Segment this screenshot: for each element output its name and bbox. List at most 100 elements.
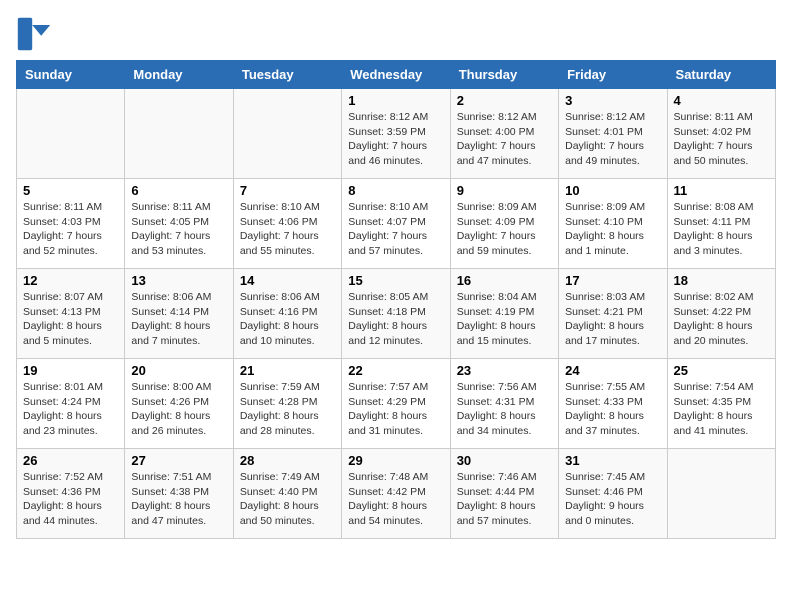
week-row-3: 12 Sunrise: 8:07 AM Sunset: 4:13 PM Dayli… xyxy=(17,269,776,359)
column-header-thursday: Thursday xyxy=(450,61,558,89)
day-cell: 25 Sunrise: 7:54 AM Sunset: 4:35 PM Dayli… xyxy=(667,359,775,449)
day-number: 31 xyxy=(565,453,660,468)
day-info: Sunrise: 8:01 AM Sunset: 4:24 PM Dayligh… xyxy=(23,380,118,439)
day-cell: 29 Sunrise: 7:48 AM Sunset: 4:42 PM Dayli… xyxy=(342,449,450,539)
day-number: 15 xyxy=(348,273,443,288)
day-info: Sunrise: 8:11 AM Sunset: 4:05 PM Dayligh… xyxy=(131,200,226,259)
day-info: Sunrise: 8:00 AM Sunset: 4:26 PM Dayligh… xyxy=(131,380,226,439)
day-number: 18 xyxy=(674,273,769,288)
day-info: Sunrise: 8:09 AM Sunset: 4:09 PM Dayligh… xyxy=(457,200,552,259)
column-header-wednesday: Wednesday xyxy=(342,61,450,89)
day-cell: 4Sunrise: 8:11 AM Sunset: 4:02 PM Daylig… xyxy=(667,89,775,179)
day-info: Sunrise: 8:08 AM Sunset: 4:11 PM Dayligh… xyxy=(674,200,769,259)
day-cell: 13Sunrise: 8:06 AM Sunset: 4:14 PM Dayli… xyxy=(125,269,233,359)
header xyxy=(16,16,776,52)
day-info: Sunrise: 8:10 AM Sunset: 4:06 PM Dayligh… xyxy=(240,200,335,259)
day-number: 11 xyxy=(674,183,769,198)
day-cell xyxy=(125,89,233,179)
day-number: 27 xyxy=(131,453,226,468)
day-number: 28 xyxy=(240,453,335,468)
day-info: Sunrise: 7:54 AM Sunset: 4:35 PM Dayligh… xyxy=(674,380,769,439)
day-info: Sunrise: 8:10 AM Sunset: 4:07 PM Dayligh… xyxy=(348,200,443,259)
day-number: 7 xyxy=(240,183,335,198)
column-header-tuesday: Tuesday xyxy=(233,61,341,89)
day-cell: 19 Sunrise: 8:01 AM Sunset: 4:24 PM Dayli… xyxy=(17,359,125,449)
day-number: 19 xyxy=(23,363,118,378)
column-header-saturday: Saturday xyxy=(667,61,775,89)
day-info: Sunrise: 7:46 AM Sunset: 4:44 PM Dayligh… xyxy=(457,470,552,529)
day-number: 9 xyxy=(457,183,552,198)
day-number: 10 xyxy=(565,183,660,198)
day-cell: 7 Sunrise: 8:10 AM Sunset: 4:06 PM Daylig… xyxy=(233,179,341,269)
day-info: Sunrise: 7:51 AM Sunset: 4:38 PM Dayligh… xyxy=(131,470,226,529)
header-row: SundayMondayTuesdayWednesdayThursdayFrid… xyxy=(17,61,776,89)
day-cell: 21 Sunrise: 7:59 AM Sunset: 4:28 PM Dayli… xyxy=(233,359,341,449)
day-info: Sunrise: 8:11 AM Sunset: 4:03 PM Dayligh… xyxy=(23,200,118,259)
day-number: 2 xyxy=(457,93,552,108)
day-number: 22 xyxy=(348,363,443,378)
day-info: Sunrise: 7:45 AM Sunset: 4:46 PM Dayligh… xyxy=(565,470,660,529)
day-number: 26 xyxy=(23,453,118,468)
day-info: Sunrise: 7:55 AM Sunset: 4:33 PM Dayligh… xyxy=(565,380,660,439)
day-cell xyxy=(233,89,341,179)
week-row-2: 5 Sunrise: 8:11 AM Sunset: 4:03 PM Daylig… xyxy=(17,179,776,269)
day-number: 30 xyxy=(457,453,552,468)
day-cell: 27 Sunrise: 7:51 AM Sunset: 4:38 PM Dayli… xyxy=(125,449,233,539)
day-cell: 24 Sunrise: 7:55 AM Sunset: 4:33 PM Dayli… xyxy=(559,359,667,449)
day-number: 29 xyxy=(348,453,443,468)
day-cell: 26 Sunrise: 7:52 AM Sunset: 4:36 PM Dayli… xyxy=(17,449,125,539)
day-info: Sunrise: 8:12 AM Sunset: 3:59 PM Dayligh… xyxy=(348,110,443,169)
day-info: Sunrise: 7:59 AM Sunset: 4:28 PM Dayligh… xyxy=(240,380,335,439)
column-header-friday: Friday xyxy=(559,61,667,89)
day-info: Sunrise: 7:52 AM Sunset: 4:36 PM Dayligh… xyxy=(23,470,118,529)
day-info: Sunrise: 7:48 AM Sunset: 4:42 PM Dayligh… xyxy=(348,470,443,529)
day-cell: 16 Sunrise: 8:04 AM Sunset: 4:19 PM Dayli… xyxy=(450,269,558,359)
day-number: 21 xyxy=(240,363,335,378)
day-info: Sunrise: 8:07 AM Sunset: 4:13 PM Dayligh… xyxy=(23,290,118,349)
day-info: Sunrise: 8:04 AM Sunset: 4:19 PM Dayligh… xyxy=(457,290,552,349)
day-cell: 23Sunrise: 7:56 AM Sunset: 4:31 PM Dayli… xyxy=(450,359,558,449)
week-row-4: 19 Sunrise: 8:01 AM Sunset: 4:24 PM Dayli… xyxy=(17,359,776,449)
day-number: 12 xyxy=(23,273,118,288)
day-cell: 9 Sunrise: 8:09 AM Sunset: 4:09 PM Daylig… xyxy=(450,179,558,269)
day-cell: 17 Sunrise: 8:03 AM Sunset: 4:21 PM Dayli… xyxy=(559,269,667,359)
week-row-1: 1 Sunrise: 8:12 AM Sunset: 3:59 PM Daylig… xyxy=(17,89,776,179)
day-cell xyxy=(667,449,775,539)
day-number: 25 xyxy=(674,363,769,378)
day-number: 5 xyxy=(23,183,118,198)
day-number: 14 xyxy=(240,273,335,288)
day-cell: 6Sunrise: 8:11 AM Sunset: 4:05 PM Daylig… xyxy=(125,179,233,269)
day-info: Sunrise: 8:02 AM Sunset: 4:22 PM Dayligh… xyxy=(674,290,769,349)
day-cell: 2 Sunrise: 8:12 AM Sunset: 4:00 PM Daylig… xyxy=(450,89,558,179)
day-number: 3 xyxy=(565,93,660,108)
day-info: Sunrise: 7:49 AM Sunset: 4:40 PM Dayligh… xyxy=(240,470,335,529)
day-number: 24 xyxy=(565,363,660,378)
calendar-table: SundayMondayTuesdayWednesdayThursdayFrid… xyxy=(16,60,776,539)
day-cell: 3 Sunrise: 8:12 AM Sunset: 4:01 PM Daylig… xyxy=(559,89,667,179)
day-cell: 18 Sunrise: 8:02 AM Sunset: 4:22 PM Dayli… xyxy=(667,269,775,359)
logo-icon xyxy=(16,16,52,52)
day-number: 16 xyxy=(457,273,552,288)
day-info: Sunrise: 8:12 AM Sunset: 4:01 PM Dayligh… xyxy=(565,110,660,169)
day-number: 1 xyxy=(348,93,443,108)
day-number: 17 xyxy=(565,273,660,288)
day-info: Sunrise: 8:12 AM Sunset: 4:00 PM Dayligh… xyxy=(457,110,552,169)
day-info: Sunrise: 8:11 AM Sunset: 4:02 PM Dayligh… xyxy=(674,110,769,169)
day-number: 23 xyxy=(457,363,552,378)
day-info: Sunrise: 8:09 AM Sunset: 4:10 PM Dayligh… xyxy=(565,200,660,259)
day-cell: 28 Sunrise: 7:49 AM Sunset: 4:40 PM Dayli… xyxy=(233,449,341,539)
day-number: 8 xyxy=(348,183,443,198)
logo xyxy=(16,16,56,52)
day-cell: 5 Sunrise: 8:11 AM Sunset: 4:03 PM Daylig… xyxy=(17,179,125,269)
day-cell: 30 Sunrise: 7:46 AM Sunset: 4:44 PM Dayli… xyxy=(450,449,558,539)
day-cell xyxy=(17,89,125,179)
day-cell: 20Sunrise: 8:00 AM Sunset: 4:26 PM Dayli… xyxy=(125,359,233,449)
day-cell: 31 Sunrise: 7:45 AM Sunset: 4:46 PM Dayli… xyxy=(559,449,667,539)
day-cell: 8 Sunrise: 8:10 AM Sunset: 4:07 PM Daylig… xyxy=(342,179,450,269)
day-cell: 11 Sunrise: 8:08 AM Sunset: 4:11 PM Dayli… xyxy=(667,179,775,269)
day-cell: 14Sunrise: 8:06 AM Sunset: 4:16 PM Dayli… xyxy=(233,269,341,359)
column-header-sunday: Sunday xyxy=(17,61,125,89)
day-info: Sunrise: 8:03 AM Sunset: 4:21 PM Dayligh… xyxy=(565,290,660,349)
day-cell: 15 Sunrise: 8:05 AM Sunset: 4:18 PM Dayli… xyxy=(342,269,450,359)
day-info: Sunrise: 8:05 AM Sunset: 4:18 PM Dayligh… xyxy=(348,290,443,349)
